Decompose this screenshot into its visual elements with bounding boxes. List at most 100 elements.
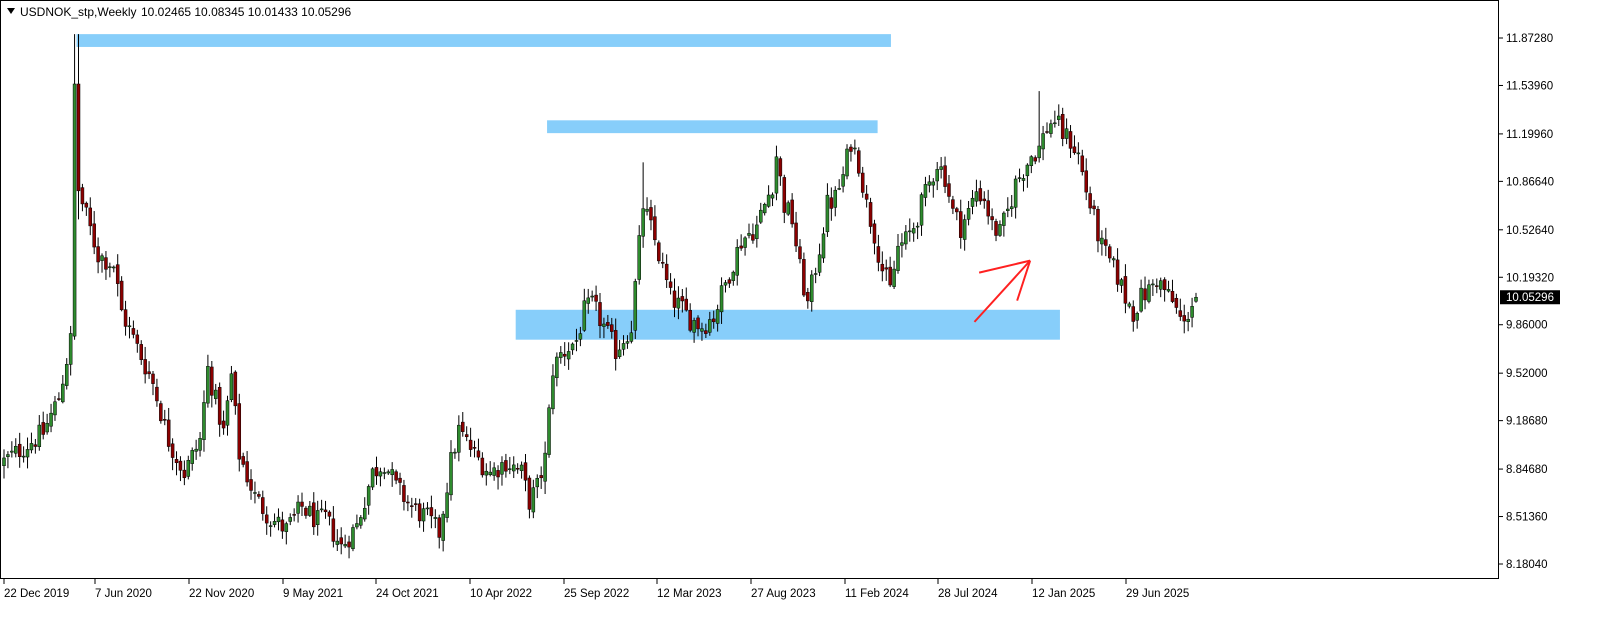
- y-tick-label: 9.18680: [1506, 416, 1548, 428]
- candle-body: [1037, 145, 1041, 159]
- candle-body: [1080, 155, 1085, 173]
- candle-body: [370, 468, 375, 488]
- candle-body: [555, 356, 559, 379]
- candle: [159, 400, 163, 424]
- candle-body: [523, 462, 528, 481]
- candle-body: [970, 197, 975, 207]
- candle-body: [276, 516, 281, 523]
- candle-body: [213, 389, 218, 399]
- zone-rectangle[interactable]: [76, 34, 891, 47]
- candle-body: [664, 263, 669, 281]
- candle-body: [547, 407, 551, 455]
- candle-body: [872, 223, 877, 244]
- candle-body: [766, 194, 771, 207]
- candle-body: [453, 451, 457, 454]
- candle-body: [582, 300, 587, 331]
- candle-body: [1096, 208, 1100, 242]
- candle-body: [288, 517, 292, 522]
- zone-rectangle[interactable]: [515, 309, 1060, 340]
- candle-body: [206, 366, 210, 404]
- candle-body: [359, 517, 363, 526]
- candle-body: [806, 291, 810, 302]
- candle-body: [759, 209, 763, 223]
- candle-body: [1139, 287, 1143, 312]
- candle-body: [562, 353, 567, 357]
- candle-body: [786, 202, 790, 215]
- candle-body: [492, 467, 496, 476]
- candle-body: [496, 470, 500, 478]
- candle-body: [335, 540, 340, 545]
- candle: [857, 147, 861, 177]
- candle-body: [1029, 156, 1034, 166]
- candle-body: [186, 459, 191, 477]
- candle-body: [163, 419, 167, 421]
- candle-body: [935, 169, 939, 182]
- candle-body: [504, 460, 508, 472]
- candle-body: [625, 341, 630, 344]
- candle-body: [833, 189, 838, 208]
- candle-body: [708, 319, 712, 333]
- candle-body: [202, 402, 206, 440]
- candle-body: [598, 302, 602, 327]
- candle-body: [347, 541, 351, 548]
- candle-body: [198, 438, 202, 451]
- candle-body: [143, 359, 147, 375]
- candle-body: [413, 503, 418, 505]
- candle-body: [100, 255, 104, 261]
- candle-body: [398, 477, 402, 483]
- candle-body: [312, 502, 316, 528]
- candle-body: [390, 469, 394, 476]
- candle-body: [864, 193, 869, 200]
- y-tick-label: 8.51360: [1506, 512, 1548, 524]
- candle-body: [378, 471, 383, 477]
- candle-body: [92, 223, 96, 248]
- candle-body: [315, 510, 320, 525]
- candle-body: [339, 537, 343, 545]
- candle-body: [323, 509, 328, 513]
- candle: [351, 524, 355, 552]
- candle-body: [249, 479, 253, 491]
- candle-body: [1151, 283, 1155, 286]
- candle-body: [1072, 146, 1077, 154]
- candle-body: [1123, 276, 1128, 304]
- candle-body: [386, 471, 391, 474]
- candle-body: [468, 439, 473, 450]
- candle-body: [429, 507, 434, 517]
- candle-body: [272, 521, 277, 525]
- candle-body: [112, 266, 116, 269]
- candle-body: [119, 280, 124, 311]
- candle-body: [676, 297, 681, 309]
- candle-body: [84, 202, 89, 208]
- candle-body: [559, 352, 563, 358]
- candle-body: [268, 525, 273, 527]
- candle-body: [692, 320, 696, 333]
- candle: [633, 278, 638, 340]
- candle-body: [480, 457, 485, 476]
- candle-body: [837, 188, 841, 190]
- candle-body: [10, 450, 14, 453]
- candle-body: [919, 194, 924, 226]
- candle-body: [958, 211, 963, 238]
- candle-body: [17, 443, 22, 457]
- x-tick-label: 12 Jan 2025: [1032, 588, 1095, 600]
- candle-body: [1190, 306, 1194, 318]
- zone-rectangle[interactable]: [547, 120, 878, 134]
- candle-body: [237, 403, 242, 460]
- x-tick-label: 29 Jun 2025: [1126, 588, 1189, 600]
- candle-body: [704, 330, 708, 334]
- candle-body: [892, 268, 896, 287]
- y-tick-label: 11.53960: [1506, 80, 1553, 92]
- candle-body: [637, 235, 641, 280]
- candle-body: [14, 445, 18, 454]
- candle-body: [25, 449, 30, 458]
- candle-body: [374, 467, 379, 477]
- candle-body: [37, 424, 42, 447]
- candle: [547, 404, 551, 458]
- candle-body: [994, 221, 998, 236]
- candle-body: [1006, 208, 1010, 211]
- candle-body: [696, 317, 700, 330]
- candle-body: [539, 475, 543, 479]
- candle-body: [229, 373, 234, 401]
- candle-body: [829, 197, 834, 209]
- y-tick-label: 8.84680: [1506, 464, 1548, 476]
